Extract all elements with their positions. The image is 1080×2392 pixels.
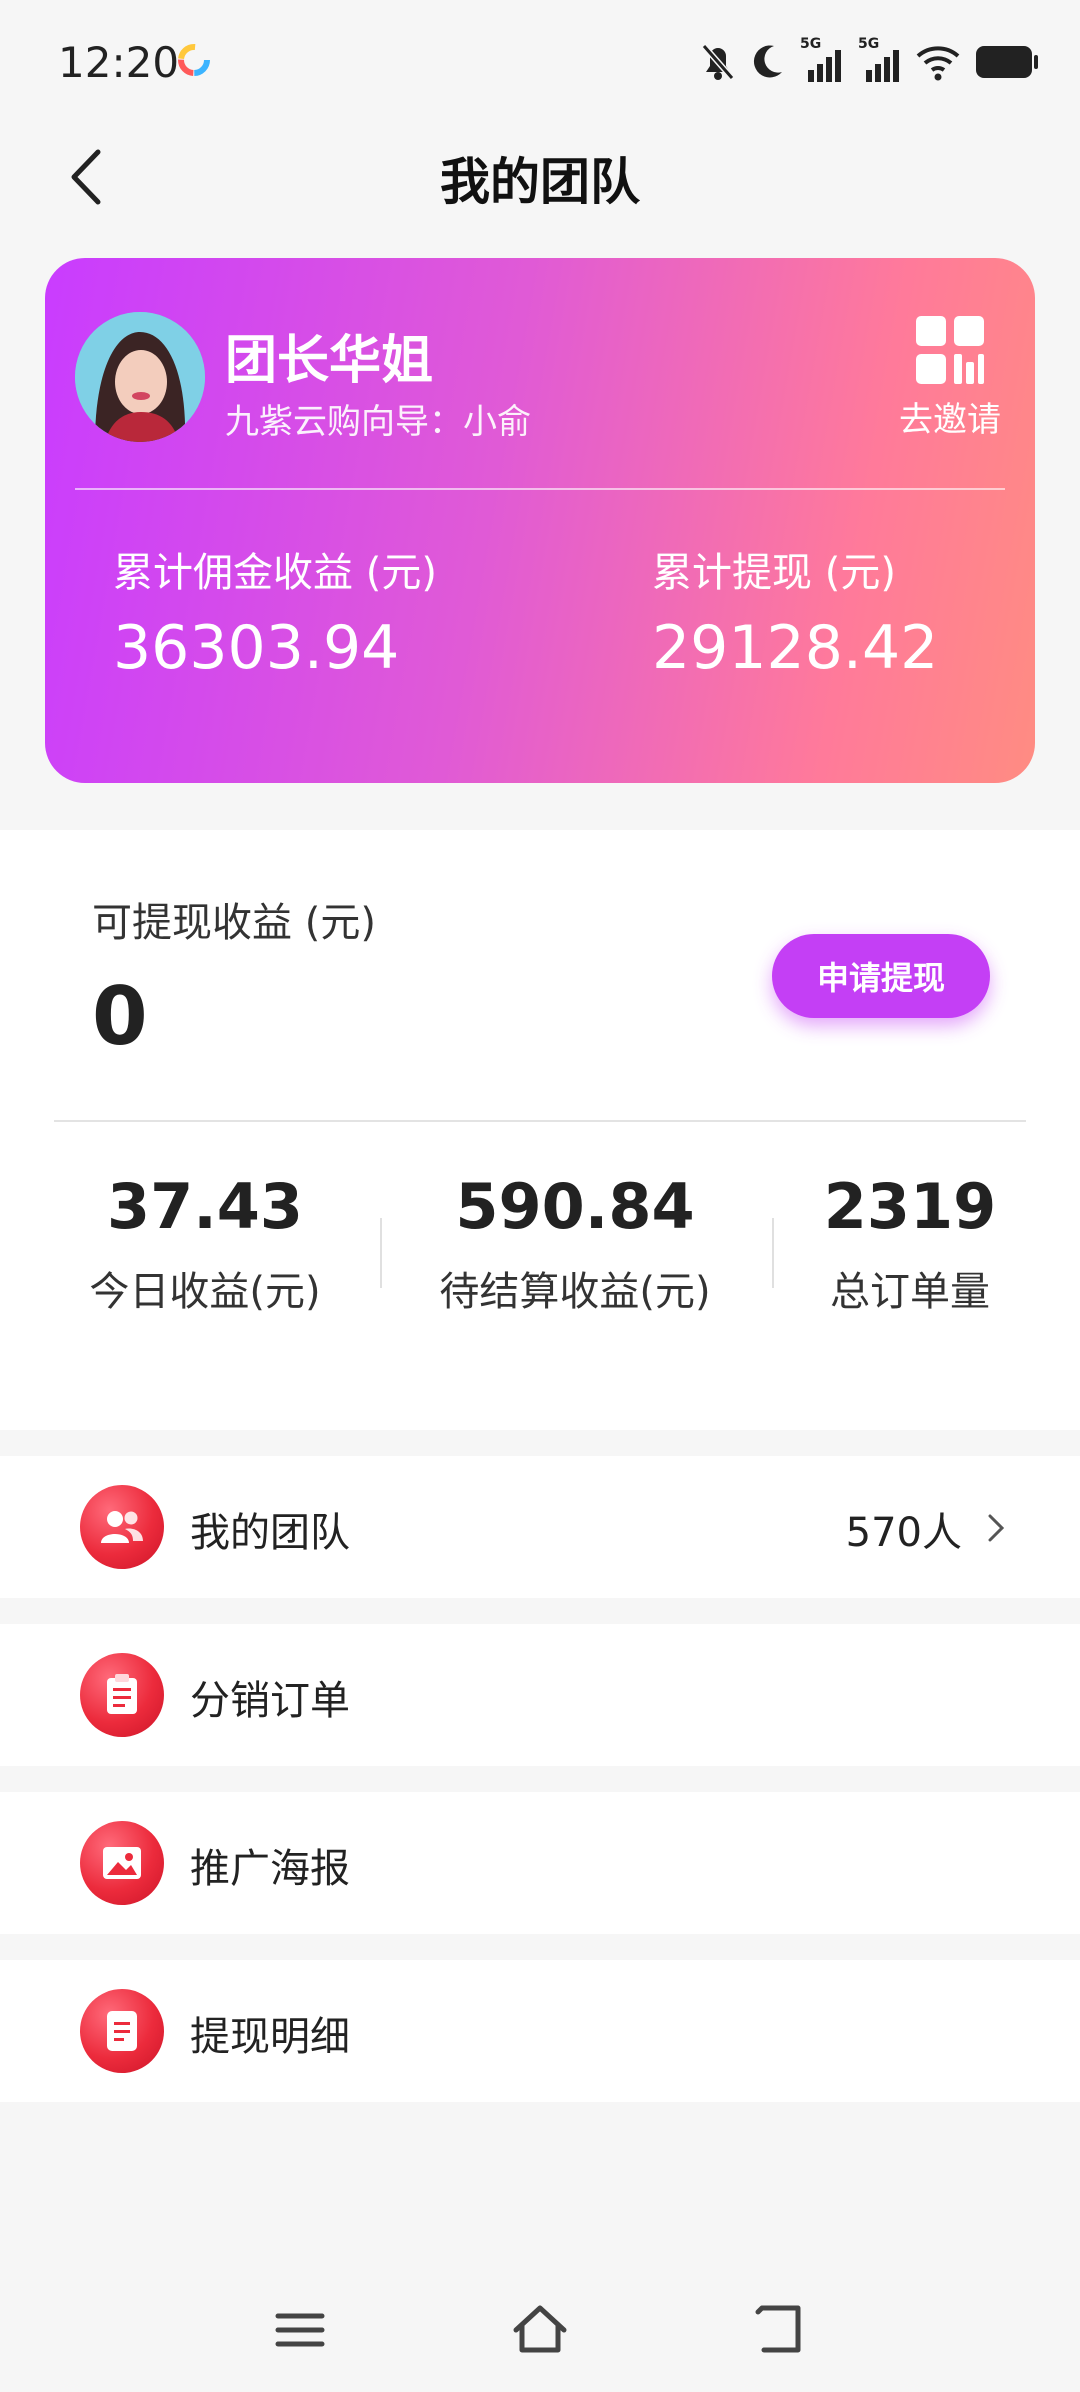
wifi-icon — [916, 46, 960, 81]
pending-earnings: 590.84 待结算收益(元) — [410, 1170, 740, 1317]
menu-item-withdraw-details[interactable]: 提现明细 — [0, 1960, 1080, 2102]
total-orders-label: 总订单量 — [830, 1269, 990, 1315]
poster-icon — [80, 1821, 164, 1905]
apply-withdraw-button[interactable]: 申请提现 — [772, 934, 990, 1018]
back-icon[interactable] — [750, 2300, 810, 2360]
pending-earnings-label: 待结算收益(元) — [439, 1269, 711, 1315]
stat-separator — [772, 1218, 774, 1288]
battery-icon — [976, 46, 1038, 78]
total-orders: 2319 总订单量 — [800, 1170, 1020, 1317]
leader-name: 团长华姐 — [225, 331, 434, 391]
app-icon — [178, 44, 210, 76]
invite-button[interactable]: 去邀请 — [895, 314, 1005, 441]
stat-separator — [380, 1218, 382, 1288]
menu-item-my-team[interactable]: 我的团队 570人 — [0, 1456, 1080, 1598]
total-withdrawn-value: 29128.42 — [652, 613, 939, 683]
today-earnings-value: 37.43 — [106, 1170, 304, 1243]
menu-label: 推广海报 — [190, 1846, 350, 1892]
signal-5g-icon: 5G — [800, 36, 844, 84]
menu-item-distribution-orders[interactable]: 分销订单 — [0, 1624, 1080, 1766]
pending-earnings-value: 590.84 — [455, 1170, 695, 1243]
chevron-right-icon — [988, 1514, 1005, 1542]
menu-label: 分销订单 — [190, 1678, 350, 1724]
avatar — [75, 312, 205, 442]
panel-divider — [54, 1120, 1026, 1122]
total-orders-value: 2319 — [823, 1170, 997, 1243]
top-bar: 我的团队 — [0, 120, 1080, 230]
menu-label: 我的团队 — [190, 1510, 350, 1556]
team-icon — [80, 1485, 164, 1569]
total-withdrawn-label: 累计提现 (元) — [652, 550, 896, 596]
menu-label: 提现明细 — [190, 2014, 350, 2060]
available-label: 可提现收益 (元) — [92, 900, 376, 946]
home-icon[interactable] — [510, 2300, 570, 2360]
bell-off-icon — [701, 44, 735, 80]
moon-icon — [753, 45, 782, 78]
status-bar: 12:20 5G 5G — [0, 0, 1080, 120]
menu-icon[interactable] — [270, 2300, 330, 2360]
status-time: 12:20 — [58, 38, 180, 87]
menu-item-promo-poster[interactable]: 推广海报 — [0, 1792, 1080, 1934]
signal-5g-icon: 5G — [858, 36, 902, 84]
guide-text: 九紫云购向导：小俞 — [225, 402, 531, 442]
system-nav-bar — [0, 2250, 1080, 2392]
invite-label: 去邀请 — [899, 400, 1001, 440]
available-value: 0 — [92, 970, 148, 1063]
order-icon — [80, 1653, 164, 1737]
total-commission-label: 累计佣金收益 (元) — [113, 550, 437, 596]
total-commission-value: 36303.94 — [113, 613, 400, 683]
page-title: 我的团队 — [440, 153, 640, 211]
team-count: 570人 — [845, 1510, 962, 1556]
detail-icon — [80, 1989, 164, 2073]
profile-card: 团长华姐 九紫云购向导：小俞 去邀请 累计佣金收益 (元) 36303.94 累… — [45, 258, 1035, 783]
today-earnings-label: 今日收益(元) — [89, 1269, 321, 1315]
today-earnings: 37.43 今日收益(元) — [50, 1170, 360, 1317]
withdraw-panel: 可提现收益 (元) 0 申请提现 37.43 今日收益(元) 590.84 待结… — [0, 830, 1080, 1430]
card-divider — [75, 488, 1005, 490]
qr-code-icon — [916, 316, 984, 384]
